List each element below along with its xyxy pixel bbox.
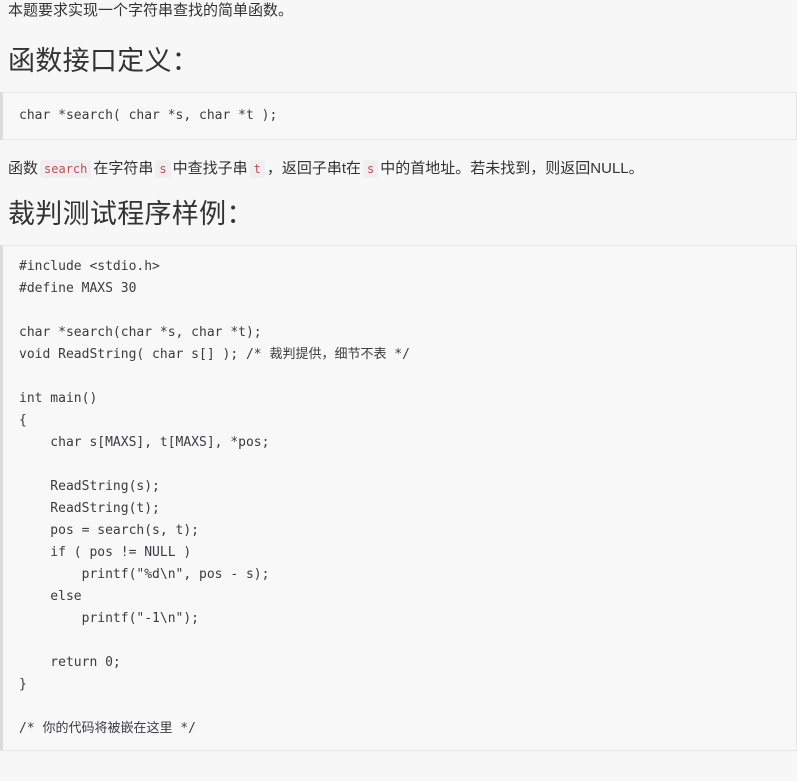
problem-statement-page: 本题要求实现一个字符串查找的简单函数。 函数接口定义： char *search… <box>0 0 797 751</box>
spacer-after-code-1 <box>0 140 797 156</box>
code-block-function-signature: char *search( char *s, char *t ); <box>0 92 797 140</box>
spacer-after-heading-1 <box>0 78 797 92</box>
desc-text-part-1: 函数 <box>8 160 39 177</box>
inline-code-s-2: s <box>363 160 379 178</box>
inline-code-t: t <box>249 160 265 178</box>
desc-text-part-3: 中查找子串 <box>172 160 248 177</box>
code-block-judge-sample: #include <stdio.h> #define MAXS 30 char … <box>0 245 797 751</box>
spacer-after-description <box>0 182 797 197</box>
inline-code-search: search <box>40 160 92 178</box>
intro-paragraph: 本题要求实现一个字符串查找的简单函数。 <box>8 2 294 19</box>
desc-text-part-5: 中的首地址。若未找到，则返回NULL。 <box>380 160 644 177</box>
inline-code-s-1: s <box>155 160 171 178</box>
function-description-paragraph: 函数 search 在字符串 s 中查找子串 t ，返回子串t在 s 中的首地址。若未找到，则返… <box>0 156 797 182</box>
heading-judge-sample-program: 裁判测试程序样例： <box>8 199 254 229</box>
heading-function-interface: 函数接口定义： <box>8 46 200 76</box>
spacer-after-heading-2 <box>0 231 797 245</box>
desc-text-part-4: ，返回子串t在 <box>266 160 362 177</box>
spacer-after-intro <box>0 22 797 44</box>
desc-text-part-2: 在字符串 <box>93 160 154 177</box>
